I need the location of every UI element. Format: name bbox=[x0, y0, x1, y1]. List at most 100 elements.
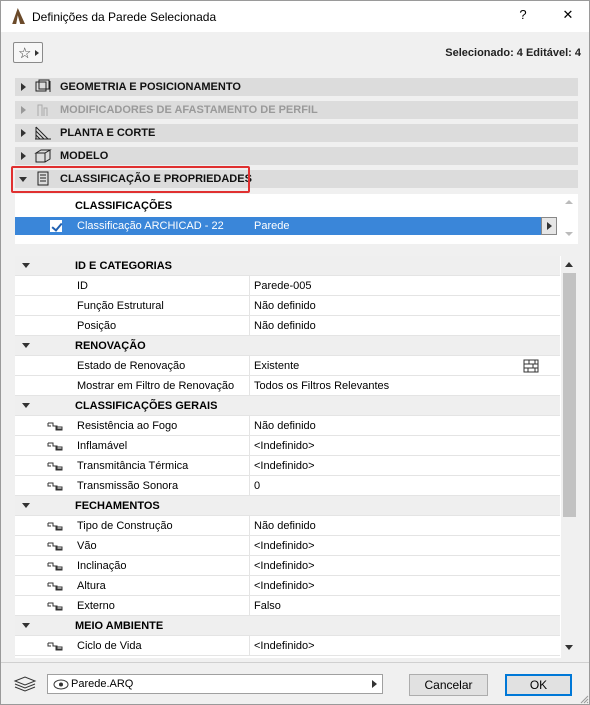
classification-row[interactable]: Classificação ARCHICAD - 22 Parede bbox=[15, 217, 542, 235]
property-name: ID bbox=[77, 280, 88, 292]
section-label: PLANTA E CORTE bbox=[60, 127, 156, 139]
linked-property-icon bbox=[47, 581, 63, 591]
linked-property-icon bbox=[47, 601, 63, 611]
chevron-right-icon bbox=[35, 50, 39, 56]
property-group-header[interactable]: FECHAMENTOS bbox=[15, 496, 560, 516]
properties-panel: ID E CATEGORIAS ID Parede-005 Função Estrut… bbox=[15, 256, 578, 658]
property-value[interactable]: <Indefinido> bbox=[254, 540, 315, 552]
column-divider bbox=[249, 276, 250, 296]
property-group-header[interactable]: ID E CATEGORIAS bbox=[15, 256, 560, 276]
section-profile-modifiers[interactable]: MODIFICADORES DE AFASTAMENTO DE PERFIL bbox=[15, 101, 578, 119]
property-row[interactable]: Posição Não definido bbox=[15, 316, 560, 336]
section-model[interactable]: MODELO bbox=[15, 147, 578, 165]
property-name: Mostrar em Filtro de Renovação bbox=[77, 380, 235, 392]
favorites-button[interactable]: ☆ bbox=[13, 42, 43, 63]
classification-picker-button[interactable] bbox=[541, 217, 557, 235]
property-row[interactable]: ID Parede-005 bbox=[15, 276, 560, 296]
property-row[interactable]: Estado de Renovação Existente bbox=[15, 356, 560, 376]
group-label: RENOVAÇÃO bbox=[75, 340, 146, 352]
ok-button[interactable]: OK bbox=[505, 674, 572, 696]
property-value[interactable]: Existente bbox=[254, 360, 299, 372]
section-floor-plan[interactable]: PLANTA E CORTE bbox=[15, 124, 578, 142]
property-value[interactable]: Não definido bbox=[254, 520, 316, 532]
property-value[interactable]: Não definido bbox=[254, 320, 316, 332]
property-name: Tipo de Construção bbox=[77, 520, 173, 532]
property-name: Externo bbox=[77, 600, 115, 612]
property-value[interactable]: <Indefinido> bbox=[254, 640, 315, 652]
property-row[interactable]: Vão <Indefinido> bbox=[15, 536, 560, 556]
expand-triangle-icon bbox=[21, 129, 26, 137]
floor-plan-icon bbox=[35, 126, 51, 140]
title-bar[interactable]: Definições da Parede Selecionada ? ✕ bbox=[1, 1, 589, 32]
property-name: Posição bbox=[77, 320, 117, 332]
scroll-down-icon[interactable] bbox=[565, 645, 573, 650]
property-row[interactable]: Ciclo de Vida <Indefinido> bbox=[15, 636, 560, 656]
property-row[interactable]: Função Estrutural Não definido bbox=[15, 296, 560, 316]
scroll-up-icon[interactable] bbox=[565, 200, 573, 204]
scroll-up-icon[interactable] bbox=[565, 262, 573, 267]
property-value[interactable]: <Indefinido> bbox=[254, 580, 315, 592]
column-divider bbox=[249, 316, 250, 336]
property-value[interactable]: <Indefinido> bbox=[254, 560, 315, 572]
favorites-layers-icon[interactable] bbox=[12, 675, 38, 693]
property-row[interactable]: Inclinação <Indefinido> bbox=[15, 556, 560, 576]
property-value[interactable]: Parede-005 bbox=[254, 280, 312, 292]
help-button[interactable]: ? bbox=[513, 7, 533, 25]
properties-scrollbar[interactable] bbox=[561, 256, 578, 658]
expand-triangle-icon bbox=[21, 83, 26, 91]
property-row[interactable]: Inflamável <Indefinido> bbox=[15, 436, 560, 456]
property-group-header[interactable]: CLASSIFICAÇÕES GERAIS bbox=[15, 396, 560, 416]
column-divider bbox=[249, 556, 250, 576]
close-button[interactable]: ✕ bbox=[558, 7, 578, 25]
property-row[interactable]: Resistência ao Fogo Não definido bbox=[15, 416, 560, 436]
section-geometry[interactable]: GEOMETRIA E POSICIONAMENTO bbox=[15, 78, 578, 96]
property-value[interactable]: Não definido bbox=[254, 420, 316, 432]
property-row[interactable]: Transmissão Sonora 0 bbox=[15, 476, 560, 496]
column-divider bbox=[249, 456, 250, 476]
property-value[interactable]: Falso bbox=[254, 600, 281, 612]
classifications-scrollbar[interactable] bbox=[562, 194, 578, 244]
property-row[interactable]: Altura <Indefinido> bbox=[15, 576, 560, 596]
property-value[interactable]: Todos os Filtros Relevantes bbox=[254, 380, 389, 392]
expand-triangle-icon bbox=[21, 106, 26, 114]
column-divider bbox=[249, 576, 250, 596]
collapse-triangle-icon bbox=[22, 343, 30, 348]
property-group-header[interactable]: MEIO AMBIENTE bbox=[15, 616, 560, 636]
classification-checkbox[interactable] bbox=[50, 220, 62, 232]
property-row[interactable]: Tipo de Construção Não definido bbox=[15, 516, 560, 536]
selection-info: Selecionado: 4 Editável: 4 bbox=[445, 47, 581, 59]
linked-property-icon bbox=[47, 541, 63, 551]
scroll-down-icon[interactable] bbox=[565, 232, 573, 236]
resize-grip-icon[interactable] bbox=[579, 694, 589, 704]
favorite-name: Parede.ARQ bbox=[71, 678, 134, 690]
column-divider bbox=[249, 516, 250, 536]
favorite-selector[interactable]: Parede.ARQ bbox=[47, 674, 383, 694]
property-name: Estado de Renovação bbox=[77, 360, 186, 372]
cancel-button[interactable]: Cancelar bbox=[409, 674, 488, 696]
classifications-panel: CLASSIFICAÇÕES Classificação ARCHICAD - … bbox=[15, 194, 578, 244]
renovation-wall-icon[interactable] bbox=[523, 359, 539, 373]
geometry-icon bbox=[35, 79, 51, 92]
property-value[interactable]: <Indefinido> bbox=[254, 440, 315, 452]
property-row[interactable]: Externo Falso bbox=[15, 596, 560, 616]
profile-modifier-icon bbox=[37, 104, 48, 116]
property-row[interactable]: Mostrar em Filtro de Renovação Todos os F… bbox=[15, 376, 560, 396]
property-name: Vão bbox=[77, 540, 97, 552]
property-row[interactable]: Transmitância Térmica <Indefinido> bbox=[15, 456, 560, 476]
group-label: FECHAMENTOS bbox=[75, 500, 160, 512]
property-value[interactable]: 0 bbox=[254, 480, 260, 492]
property-value[interactable]: <Indefinido> bbox=[254, 460, 315, 472]
highlight-frame bbox=[11, 166, 250, 193]
section-label: GEOMETRIA E POSICIONAMENTO bbox=[60, 81, 241, 93]
classifications-header: CLASSIFICAÇÕES bbox=[75, 200, 173, 212]
group-label: CLASSIFICAÇÕES GERAIS bbox=[75, 400, 218, 412]
property-name: Resistência ao Fogo bbox=[77, 420, 178, 432]
scrollbar-thumb[interactable] bbox=[563, 273, 576, 517]
column-divider bbox=[249, 636, 250, 656]
chevron-right-icon bbox=[372, 680, 377, 688]
property-value[interactable]: Não definido bbox=[254, 300, 316, 312]
eye-icon bbox=[53, 679, 69, 690]
classification-value: Parede bbox=[254, 220, 290, 232]
property-group-header[interactable]: RENOVAÇÃO bbox=[15, 336, 560, 356]
linked-property-icon bbox=[47, 561, 63, 571]
